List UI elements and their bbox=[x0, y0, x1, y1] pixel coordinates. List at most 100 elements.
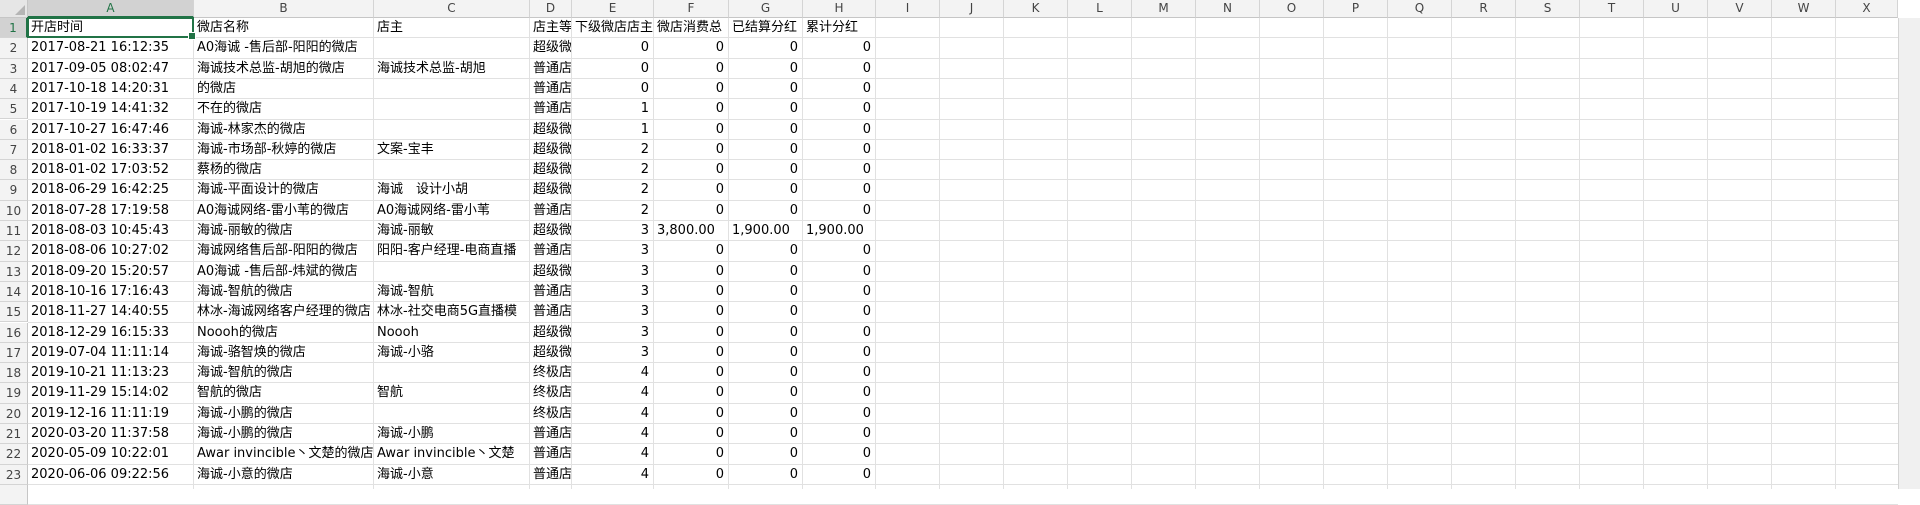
table-cell[interactable]: 海诚技术总监-胡旭 bbox=[374, 59, 529, 79]
table-cell[interactable]: 2 bbox=[572, 140, 653, 160]
header-cell[interactable]: 已结算分红 bbox=[729, 18, 802, 38]
table-cell[interactable]: 0 bbox=[572, 79, 653, 99]
table-cell[interactable]: Noooh的微店 bbox=[194, 323, 373, 343]
row-header[interactable]: 3 bbox=[0, 58, 28, 79]
table-cell[interactable]: 海诚网络售后部-阳阳的微店 bbox=[194, 241, 373, 261]
table-cell[interactable]: 3 bbox=[572, 282, 653, 302]
table-cell[interactable]: 0 bbox=[729, 180, 802, 200]
table-cell[interactable]: 普通店 bbox=[530, 59, 571, 79]
table-cell[interactable]: 海诚-小鹏的微店 bbox=[194, 424, 373, 444]
table-cell[interactable]: 超级微 bbox=[530, 160, 571, 180]
table-cell[interactable]: 智航的微店 bbox=[194, 383, 373, 403]
header-cell[interactable]: 店主等 bbox=[530, 18, 571, 38]
table-cell[interactable]: 2019-12-16 11:11:19 bbox=[28, 404, 193, 424]
table-cell[interactable]: 2019-10-21 11:13:23 bbox=[28, 363, 193, 383]
table-cell[interactable]: 0 bbox=[729, 302, 802, 322]
table-cell[interactable]: 0 bbox=[654, 343, 728, 363]
table-cell[interactable]: 0 bbox=[803, 140, 875, 160]
table-cell[interactable]: 0 bbox=[654, 282, 728, 302]
table-cell[interactable]: A0海诚网络-雷小苇 bbox=[374, 201, 529, 221]
table-cell[interactable]: 终极店 bbox=[530, 404, 571, 424]
table-cell[interactable]: 1,900.00 bbox=[729, 221, 802, 241]
row-header[interactable]: 14 bbox=[0, 281, 28, 303]
column-header-B[interactable]: B bbox=[194, 0, 374, 18]
table-cell[interactable]: 2020-03-20 11:37:58 bbox=[28, 424, 193, 444]
column-header-J[interactable]: J bbox=[940, 0, 1004, 18]
column-header-V[interactable]: V bbox=[1708, 0, 1772, 18]
column-header-P[interactable]: P bbox=[1324, 0, 1388, 18]
table-cell[interactable]: 0 bbox=[803, 465, 875, 485]
row-header[interactable]: 6 bbox=[0, 119, 28, 140]
row-header[interactable]: 22 bbox=[0, 444, 28, 465]
table-cell[interactable]: Awar invincible丶文楚的微店 bbox=[194, 444, 373, 464]
table-cell[interactable]: 阳阳-客户经理-电商直播 bbox=[374, 241, 529, 261]
table-cell[interactable]: 海诚-智航 bbox=[374, 282, 529, 302]
row-header[interactable] bbox=[0, 484, 28, 505]
table-cell[interactable]: 2017-10-18 14:20:31 bbox=[28, 79, 193, 99]
table-cell[interactable]: 0 bbox=[654, 262, 728, 282]
table-cell[interactable]: 终极店 bbox=[530, 383, 571, 403]
row-header[interactable]: 17 bbox=[0, 342, 28, 364]
table-cell[interactable]: 4 bbox=[572, 363, 653, 383]
table-cell[interactable]: 2017-10-27 16:47:46 bbox=[28, 120, 193, 140]
table-cell[interactable]: 0 bbox=[654, 38, 728, 58]
table-cell[interactable]: 0 bbox=[654, 120, 728, 140]
row-header[interactable]: 9 bbox=[0, 180, 28, 201]
row-header[interactable]: 12 bbox=[0, 241, 28, 262]
table-cell[interactable]: 0 bbox=[729, 282, 802, 302]
table-cell[interactable]: 0 bbox=[729, 160, 802, 180]
table-cell[interactable]: 0 bbox=[729, 59, 802, 79]
table-cell[interactable]: 0 bbox=[803, 383, 875, 403]
table-cell[interactable]: 4 bbox=[572, 383, 653, 403]
table-cell[interactable]: 3 bbox=[572, 241, 653, 261]
table-cell[interactable]: 0 bbox=[729, 323, 802, 343]
table-cell[interactable]: 0 bbox=[654, 302, 728, 322]
table-cell[interactable]: 0 bbox=[654, 180, 728, 200]
table-cell[interactable]: 0 bbox=[729, 201, 802, 221]
table-cell[interactable]: 1 bbox=[572, 99, 653, 119]
row-header[interactable]: 4 bbox=[0, 78, 28, 100]
table-cell[interactable]: 2 bbox=[572, 201, 653, 221]
table-cell[interactable]: 0 bbox=[729, 262, 802, 282]
table-cell[interactable]: 0 bbox=[729, 241, 802, 261]
column-header-D[interactable]: D bbox=[530, 0, 572, 18]
row-header[interactable]: 1 bbox=[0, 18, 28, 39]
table-cell[interactable]: 0 bbox=[803, 59, 875, 79]
column-header-R[interactable]: R bbox=[1452, 0, 1516, 18]
table-cell[interactable]: 0 bbox=[729, 79, 802, 99]
table-cell[interactable]: 2 bbox=[572, 160, 653, 180]
column-header-F[interactable]: F bbox=[654, 0, 729, 18]
table-cell[interactable]: 0 bbox=[803, 120, 875, 140]
table-cell[interactable]: 0 bbox=[654, 363, 728, 383]
table-cell[interactable]: 普通店 bbox=[530, 79, 571, 99]
table-cell[interactable]: 0 bbox=[803, 363, 875, 383]
table-cell[interactable]: 0 bbox=[654, 140, 728, 160]
table-cell[interactable]: 0 bbox=[729, 99, 802, 119]
table-cell[interactable]: 0 bbox=[803, 444, 875, 464]
table-cell[interactable]: 3 bbox=[572, 221, 653, 241]
table-cell[interactable]: 普通店 bbox=[530, 241, 571, 261]
table-cell[interactable]: 0 bbox=[729, 444, 802, 464]
table-cell[interactable]: 海诚-骆智焕的微店 bbox=[194, 343, 373, 363]
table-cell[interactable]: 0 bbox=[729, 424, 802, 444]
table-cell[interactable]: 0 bbox=[803, 99, 875, 119]
column-header-T[interactable]: T bbox=[1580, 0, 1644, 18]
table-cell[interactable]: 0 bbox=[729, 363, 802, 383]
table-cell[interactable]: 2019-07-04 11:11:14 bbox=[28, 343, 193, 363]
table-cell[interactable]: 0 bbox=[803, 343, 875, 363]
table-cell[interactable]: 0 bbox=[654, 59, 728, 79]
table-cell[interactable]: 林冰-社交电商5G直播模 bbox=[374, 302, 529, 322]
table-cell[interactable]: 0 bbox=[803, 180, 875, 200]
table-cell[interactable]: 0 bbox=[729, 120, 802, 140]
table-cell[interactable]: 海诚-智航的微店 bbox=[194, 282, 373, 302]
table-cell[interactable]: 2018-07-28 17:19:58 bbox=[28, 201, 193, 221]
table-cell[interactable]: 0 bbox=[803, 79, 875, 99]
column-header-E[interactable]: E bbox=[572, 0, 654, 18]
row-header[interactable]: 7 bbox=[0, 139, 28, 161]
table-cell[interactable]: 普通店 bbox=[530, 424, 571, 444]
table-cell[interactable]: 0 bbox=[654, 465, 728, 485]
table-cell[interactable]: 0 bbox=[803, 323, 875, 343]
table-cell[interactable]: 海诚-小骆 bbox=[374, 343, 529, 363]
table-cell[interactable]: 3,800.00 bbox=[654, 221, 728, 241]
table-cell[interactable]: 0 bbox=[803, 404, 875, 424]
